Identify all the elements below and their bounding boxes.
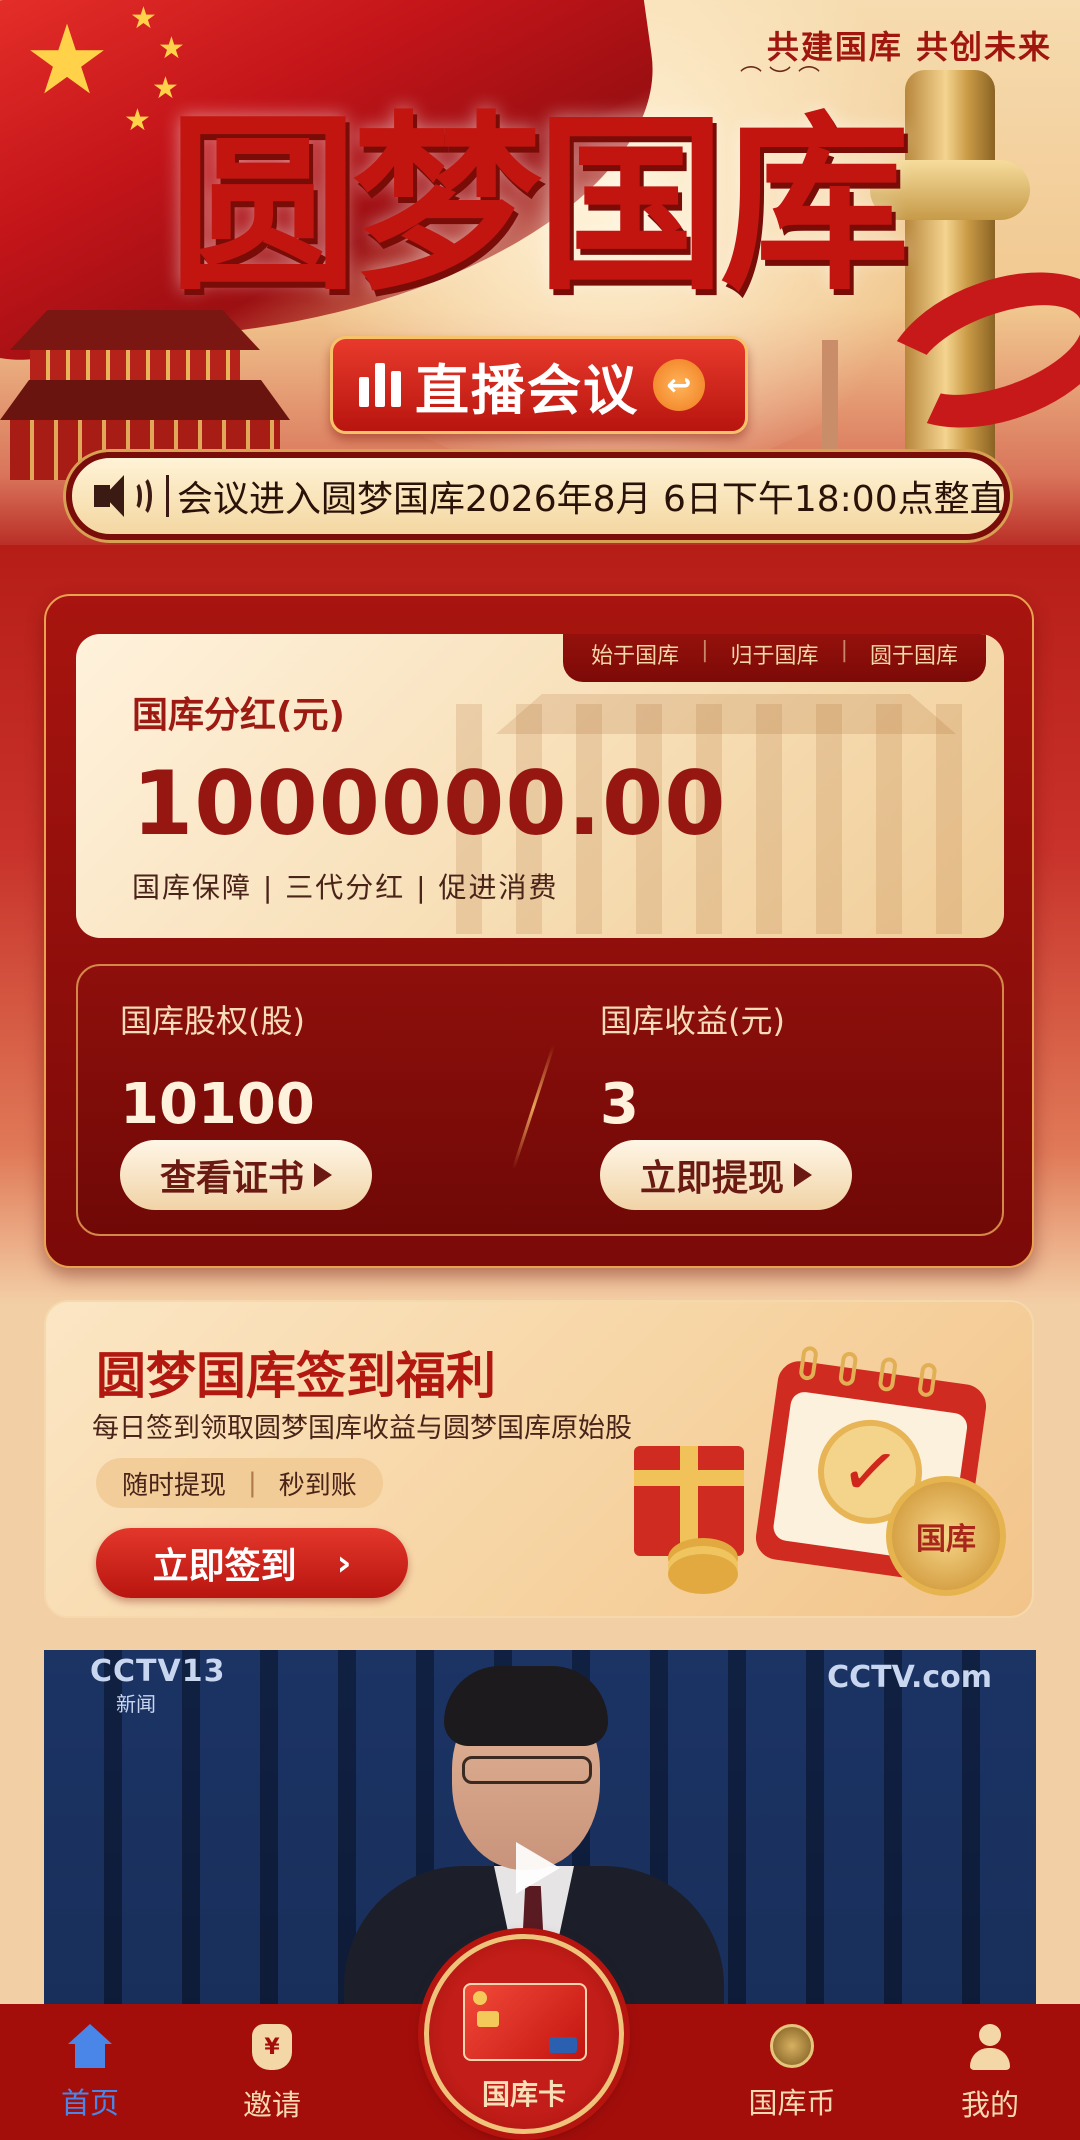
cctv-com-logo: CCTV.com: [827, 1660, 992, 1695]
signin-banner[interactable]: 圆梦国库签到福利 每日签到领取圆梦国库收益与圆梦国库原始股 随时提现 | 秒到账…: [44, 1300, 1034, 1618]
nav-home[interactable]: 首页: [20, 2024, 160, 2122]
nav-coin[interactable]: 国库币: [722, 2024, 862, 2122]
signin-title: 圆梦国库签到福利: [96, 1346, 496, 1405]
motto-tags: 始于国库 | 归于国库 | 圆于国库: [563, 634, 986, 682]
tower-illustration: [822, 340, 838, 460]
play-arrow-icon: [794, 1163, 812, 1187]
motto-tag: 归于国库: [730, 644, 819, 669]
gift-box-icon: [634, 1446, 744, 1556]
signin-description: 每日签到领取圆梦国库收益与圆梦国库原始股: [92, 1413, 632, 1444]
equity-label: 国库股权(股): [120, 1002, 305, 1040]
money-bag-icon: ¥: [252, 2024, 292, 2070]
play-arrow-icon: [314, 1163, 332, 1187]
nav-treasury-card[interactable]: 国库卡: [424, 1934, 624, 2134]
nav-coin-label: 国库币: [748, 2086, 836, 2120]
signin-benefits: 随时提现 | 秒到账: [96, 1458, 383, 1508]
motto-tag: 圆于国库: [869, 644, 958, 669]
nav-card-label: 国库卡: [481, 2078, 566, 2111]
nav-mine-label: 我的: [960, 2088, 1019, 2122]
benefit-text: 秒到账: [278, 1470, 357, 1501]
announcement-marquee[interactable]: 会议进入圆梦国库2026年8月 6日下午18:00点整直: [66, 452, 1010, 540]
cctv13-sub: 新闻: [116, 1692, 156, 1716]
nav-mine[interactable]: 我的: [920, 2024, 1060, 2124]
small-star-icon: ★: [158, 31, 185, 66]
arrow-left-icon: ↩: [653, 359, 705, 411]
dividend-label: 国库分红(元): [132, 695, 345, 736]
big-star-icon: ★: [24, 4, 111, 116]
withdraw-button[interactable]: 立即提现: [600, 1140, 852, 1210]
signin-button[interactable]: 立即签到 ›: [96, 1528, 408, 1598]
dividend-amount: 1000000.00: [132, 752, 727, 855]
nav-invite[interactable]: ¥ 邀请: [202, 2024, 342, 2124]
stats-panel: 国库股权(股) 10100 国库收益(元) 3 查看证书 立即提现: [76, 964, 1004, 1236]
chevron-right-icon: ›: [336, 1542, 352, 1584]
withdraw-label: 立即提现: [639, 1158, 784, 1199]
income-label: 国库收益(元): [600, 1002, 785, 1040]
income-stat: 国库收益(元) 3: [600, 996, 785, 1137]
marquee-divider: [166, 475, 169, 517]
user-icon: [968, 2024, 1012, 2070]
motto-tag: 始于国库: [591, 644, 680, 669]
bank-card-icon: [463, 1983, 587, 2061]
small-star-icon: ★: [130, 1, 157, 36]
benefit-text: 随时提现: [122, 1470, 227, 1501]
coin-stack-icon: [668, 1554, 738, 1594]
coin-icon: [770, 2024, 814, 2068]
birds-decoration: ⌒ ︶ ⌒: [740, 66, 820, 91]
page-title: 圆梦国库: [168, 93, 910, 316]
equity-value: 10100: [120, 1072, 315, 1137]
signin-button-label: 立即签到: [152, 1546, 297, 1587]
view-certificate-button[interactable]: 查看证书: [120, 1140, 372, 1210]
live-bars-icon: [359, 363, 401, 407]
equity-stat: 国库股权(股) 10100: [120, 996, 315, 1137]
cctv13-logo: CCTV13: [90, 1654, 226, 1689]
nav-invite-label: 邀请: [242, 2088, 301, 2122]
dividend-panel: 始于国库 | 归于国库 | 圆于国库 国库分红(元) 1000000.00 国库…: [76, 634, 1004, 938]
view-certificate-label: 查看证书: [159, 1158, 304, 1199]
dividend-subtitle: 国库保障 | 三代分红 | 促进消费: [132, 871, 559, 904]
home-icon: [68, 2024, 112, 2068]
small-star-icon: ★: [124, 103, 151, 138]
nav-home-label: 首页: [60, 2086, 119, 2120]
live-meeting-button[interactable]: 直播会议 ↩: [330, 336, 748, 434]
play-icon[interactable]: [516, 1842, 560, 1894]
speaker-icon: [94, 473, 152, 519]
income-value: 3: [600, 1072, 639, 1137]
announcement-text: 会议进入圆梦国库2026年8月 6日下午18:00点整直: [177, 479, 1006, 520]
stat-divider: [511, 1044, 556, 1170]
treasury-coin-icon: 国库: [886, 1476, 1006, 1596]
live-meeting-label: 直播会议: [415, 357, 639, 422]
